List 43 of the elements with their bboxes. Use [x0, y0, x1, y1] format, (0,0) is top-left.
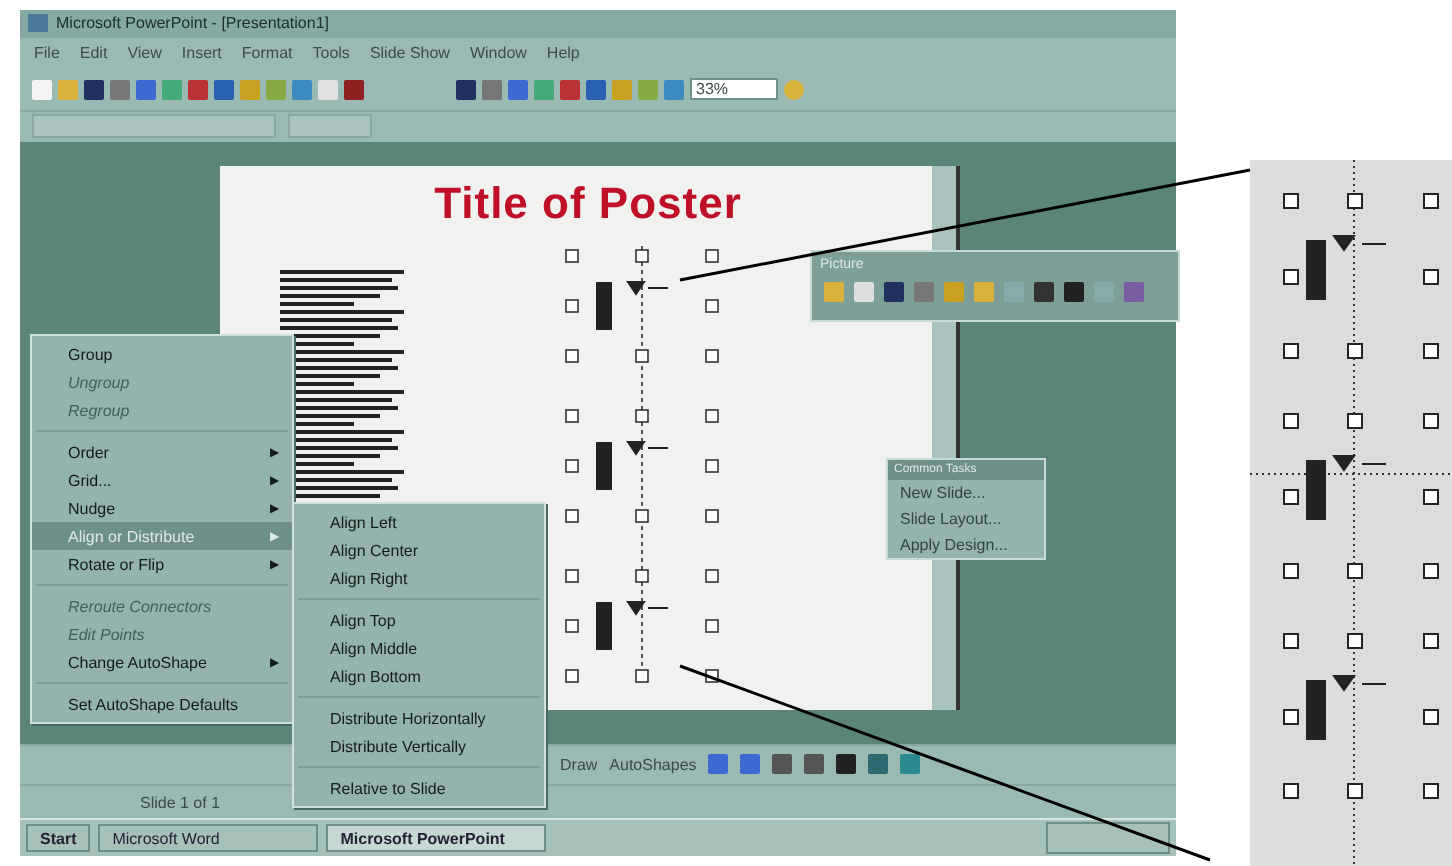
start-button[interactable]: Start	[26, 824, 91, 853]
toolbar-icon[interactable]	[772, 754, 793, 775]
toolbar-icon[interactable]	[836, 754, 857, 775]
system-tray	[1046, 822, 1170, 855]
autoshapes-menu-button[interactable]: AutoShapes	[609, 755, 697, 774]
menu-item[interactable]: Edit	[77, 44, 110, 63]
menu-item[interactable]: Insert	[179, 44, 224, 63]
status-text: Slide 1 of 1	[140, 793, 221, 812]
menu-item[interactable]: Help	[544, 44, 582, 63]
menu-item[interactable]: Align Center	[294, 536, 544, 564]
draw-menu-button[interactable]: Draw	[560, 755, 598, 774]
task-item[interactable]: New Slide...	[888, 480, 1044, 506]
toolbar-icon[interactable]	[456, 79, 476, 100]
menu-item[interactable]: Distribute Horizontally	[294, 704, 544, 732]
app-icon	[28, 14, 48, 33]
taskbar-button[interactable]: Microsoft PowerPoint	[326, 824, 547, 853]
menu-item[interactable]: Align Top	[294, 606, 544, 634]
task-item[interactable]: Slide Layout...	[888, 506, 1044, 532]
menu-item[interactable]: Window	[467, 44, 529, 63]
window-title: Microsoft PowerPoint - [Presentation1]	[56, 14, 330, 33]
size-field[interactable]	[288, 114, 372, 139]
font-field[interactable]	[32, 114, 276, 139]
task-item[interactable]: Apply Design...	[888, 532, 1044, 558]
menu-item[interactable]: Align Bottom	[294, 662, 544, 690]
menu-item[interactable]: Group	[32, 340, 292, 368]
toolbar-icon[interactable]	[804, 754, 825, 775]
menu-item[interactable]: Relative to Slide	[294, 774, 544, 802]
menu-item[interactable]: Align Right	[294, 564, 544, 592]
menu-item[interactable]: Align Middle	[294, 634, 544, 662]
menu-item[interactable]: File	[32, 44, 62, 63]
menu-item[interactable]: Align Left	[294, 508, 544, 536]
taskbar-button[interactable]: Microsoft Word	[98, 824, 319, 853]
menu-item[interactable]: Format	[239, 44, 295, 63]
toolbar-icon[interactable]	[344, 79, 364, 100]
zoom-field[interactable]: 33%	[690, 78, 778, 101]
toolbar-icon[interactable]	[84, 79, 104, 100]
menu-item[interactable]: Distribute Vertically	[294, 732, 544, 760]
menu-item[interactable]: Slide Show	[367, 44, 452, 63]
menu-item[interactable]: View	[125, 44, 164, 63]
slide-title: Title of Poster	[434, 178, 742, 231]
help-icon[interactable]	[784, 79, 804, 100]
menu-item[interactable]: Tools	[310, 44, 352, 63]
menu-item[interactable]: Set AutoShape Defaults	[32, 690, 292, 718]
